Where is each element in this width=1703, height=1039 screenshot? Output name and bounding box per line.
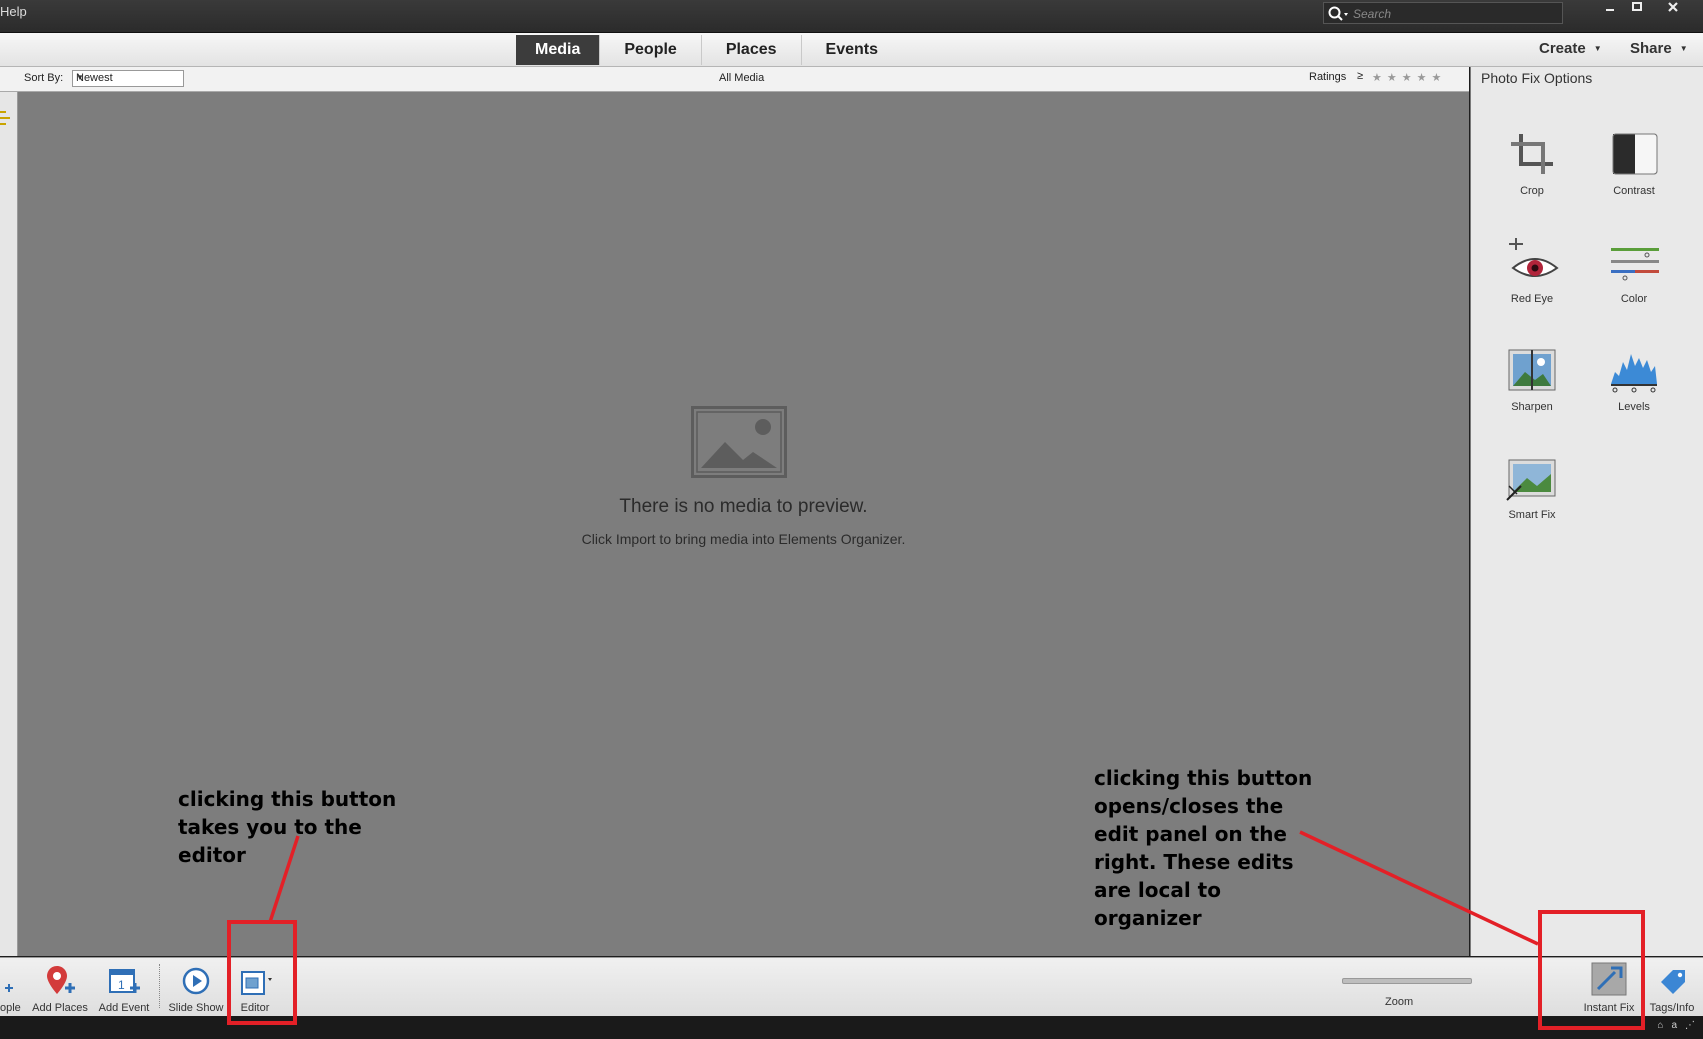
tab-places[interactable]: Places [702,35,802,65]
media-toolbar: Sort By: Newest ▼ All Media Ratings ≥ ★ … [0,67,1469,92]
chevron-down-icon: ▼ [76,73,84,82]
ratings-operator[interactable]: ≥ [1357,70,1363,82]
slideshow-label: Slide Show [168,1002,224,1014]
share-menu[interactable]: Share ▼ [1630,40,1688,57]
color-label: Color [1620,293,1648,305]
nav-bar: Media People Places Events Create ▼ Shar… [0,33,1703,67]
star-icon[interactable]: ★ [1432,71,1442,84]
levels-option[interactable]: Levels [1589,346,1679,413]
photo-fix-panel: Photo Fix Options Crop Contrast Red Eye [1470,67,1703,956]
minimize-icon [1606,9,1614,11]
red-eye-option[interactable]: Red Eye [1487,238,1577,305]
empty-state-subtitle: Click Import to bring media into Element… [581,531,906,547]
calendar-icon: 1 [109,969,140,993]
search-input[interactable] [1351,4,1560,24]
crop-option[interactable]: Crop [1487,130,1577,197]
search-box[interactable] [1323,2,1563,24]
zoom-slider[interactable] [1342,978,1472,984]
folder-tree-icon[interactable] [0,110,14,130]
color-option[interactable]: Color [1589,238,1679,305]
crop-icon [1511,134,1553,174]
panel-title: Photo Fix Options [1481,70,1593,86]
sharpen-label: Sharpen [1511,401,1553,413]
add-event-button[interactable]: 1 Add Event [94,962,154,1014]
chevron-down-icon: ▼ [1593,44,1602,53]
add-places-label: Add Places [32,1002,88,1014]
levels-icon [1611,354,1657,393]
sort-dropdown[interactable]: Newest ▼ [72,70,184,87]
red-eye-label: Red Eye [1510,293,1554,305]
add-places-button[interactable]: Add Places [30,962,90,1014]
view-tabs: Media People Places Events [516,35,902,65]
annotation-box-instant-fix [1538,910,1645,1030]
tab-events[interactable]: Events [802,35,902,65]
tab-media[interactable]: Media [516,35,601,65]
create-label: Create [1539,40,1586,57]
tags-info-button[interactable]: Tags/Info [1644,962,1700,1014]
smart-fix-option[interactable]: Smart Fix [1487,454,1577,521]
tags-info-label: Tags/Info [1649,1002,1695,1014]
toolbar-divider [159,964,160,1008]
close-button[interactable] [1660,0,1686,14]
star-icon[interactable]: ★ [1402,71,1412,84]
contrast-label: Contrast [1613,185,1655,197]
left-panel-strip [0,92,18,956]
contrast-icon [1612,133,1658,175]
sort-label: Sort By: [24,72,64,84]
maximize-icon [1632,2,1642,11]
sharpen-option[interactable]: Sharpen [1487,346,1577,413]
contrast-option[interactable]: Contrast [1589,130,1679,197]
resize-grip-icon[interactable]: ⋰ [1685,1020,1695,1031]
empty-state-title: There is no media to preview. [619,496,868,517]
view-title: All Media [719,72,765,84]
star-icon[interactable]: ★ [1387,71,1397,84]
close-icon [1668,2,1678,12]
star-icon[interactable]: ★ [1372,71,1382,84]
minimize-button[interactable] [1597,0,1623,14]
smart-fix-icon [1506,459,1556,501]
add-people-label: ople [0,1002,21,1014]
smart-fix-label: Smart Fix [1508,509,1556,521]
chevron-down-icon: ▼ [1679,44,1688,53]
annotation-box-editor [227,920,297,1025]
annotation-instant-fix-note: clicking this button opens/closes the ed… [1094,766,1313,930]
zoom-label: Zoom [1385,996,1414,1008]
play-icon [182,967,210,995]
status-icons: ⌂ a ⋰ [1657,1020,1695,1031]
create-menu[interactable]: Create ▼ [1539,40,1602,57]
ratings-filter: ★ ★ ★ ★ ★ [1372,71,1441,84]
tag-icon [1661,970,1685,994]
sync-icon[interactable]: ⌂ [1657,1020,1663,1031]
add-people-button[interactable]: ople [0,962,24,1014]
svg-text:1: 1 [118,978,125,992]
star-icon[interactable]: ★ [1417,71,1427,84]
crop-label: Crop [1520,185,1544,197]
red-eye-icon [1509,238,1559,277]
slideshow-button[interactable]: Slide Show [166,962,226,1014]
maximize-button[interactable] [1624,0,1650,14]
tab-people[interactable]: People [600,35,702,65]
color-icon [1611,248,1659,281]
map-pin-icon [47,966,75,994]
search-icon [1328,6,1348,21]
share-label: Share [1630,40,1672,57]
sharpen-icon [1508,349,1556,391]
add-people-icon [5,984,13,992]
annotation-editor-note: clicking this button takes you to the ed… [178,787,397,867]
levels-label: Levels [1618,401,1650,413]
title-bar: Help [0,0,1703,33]
add-event-label: Add Event [98,1002,150,1014]
image-placeholder-icon [691,406,787,478]
ratings-label: Ratings [1309,71,1347,83]
status-icon[interactable]: a [1671,1020,1677,1031]
menu-help[interactable]: Help [0,4,27,19]
